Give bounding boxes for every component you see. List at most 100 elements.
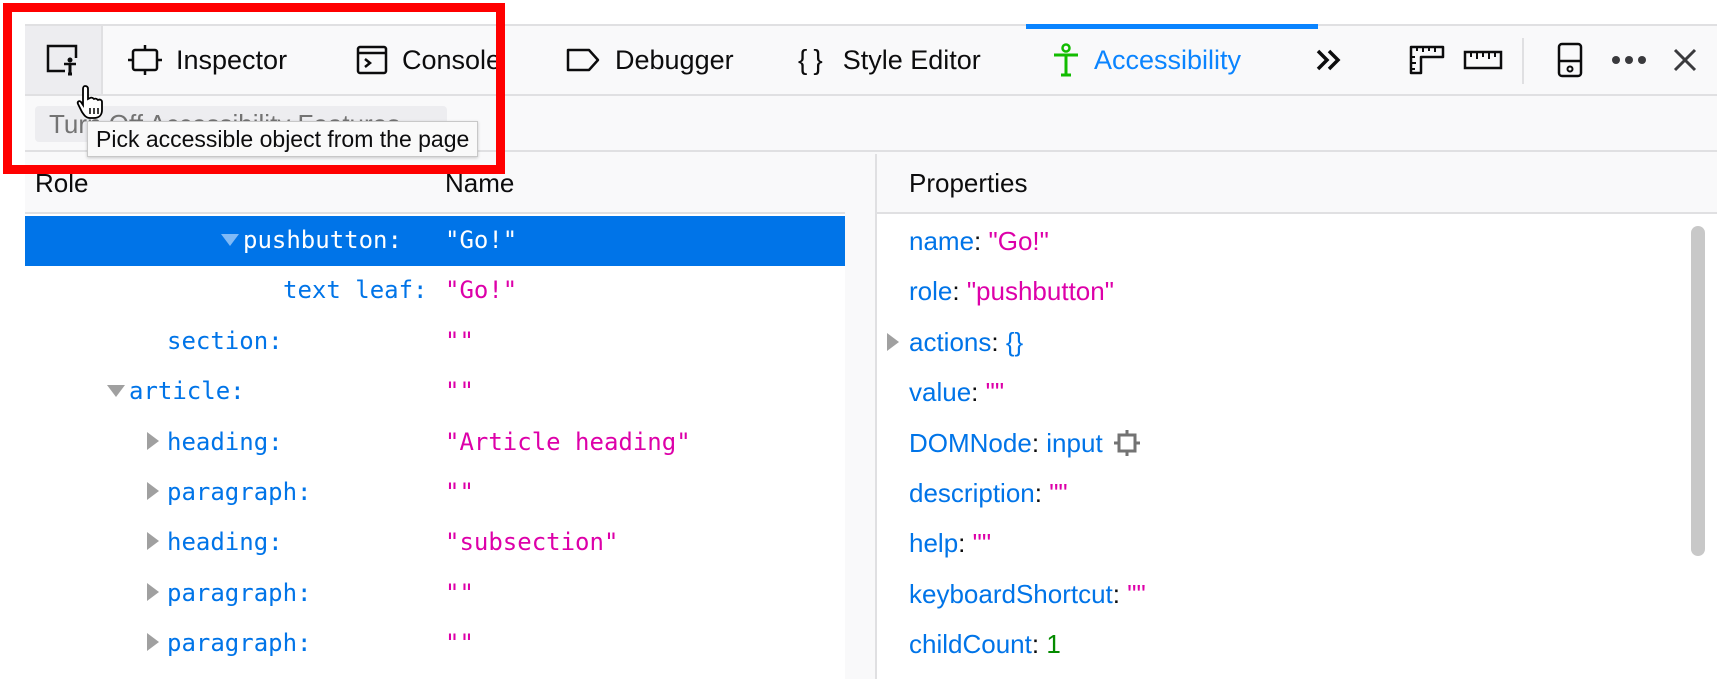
tree-row[interactable]: paragraph: "" [25, 619, 845, 669]
tree-row[interactable]: section: "" [25, 317, 845, 367]
property-key: help [909, 528, 959, 559]
property-key: value [909, 377, 972, 408]
expanded-twisty-icon[interactable] [107, 385, 125, 398]
tree-row[interactable]: paragraph: "" [25, 569, 845, 619]
property-row[interactable]: role: "pushbutton" [877, 266, 1717, 316]
tab-inspector[interactable]: Inspector [128, 26, 287, 94]
property-separator: : [958, 528, 973, 559]
property-key: actions [909, 326, 992, 357]
dock-button[interactable] [1553, 26, 1587, 94]
property-row[interactable]: help: "" [877, 518, 1717, 568]
property-row[interactable]: childCount: 1 [877, 619, 1717, 669]
property-key: keyboardShortcut [909, 578, 1113, 609]
property-entry: DOMNode: input [909, 428, 1141, 459]
properties-list: name: "Go!" role: "pushbutton" actions: {}… [877, 216, 1717, 670]
tabs-overflow-button[interactable] [1309, 26, 1349, 94]
property-value: 1 [1046, 629, 1061, 660]
property-row[interactable]: value: "" [877, 367, 1717, 417]
console-icon [356, 45, 388, 75]
picker-tooltip: Pick accessible object from the page [87, 121, 479, 157]
accessibility-tree: pushbutton: "Go!" text leaf: "Go!" section: "… [25, 216, 845, 670]
property-row[interactable]: actions: {} [877, 317, 1717, 367]
property-value: "" [985, 377, 1005, 408]
collapsed-twisty-icon[interactable] [147, 582, 159, 601]
name-column-header[interactable]: Name [445, 168, 514, 199]
name-cell: "subsection" [445, 528, 619, 557]
collapsed-twisty-icon[interactable] [147, 431, 159, 450]
hand-cursor-icon [76, 85, 103, 119]
role-cell: article: [129, 377, 245, 406]
tree-row[interactable]: text leaf: "Go!" [25, 266, 845, 316]
dock-bottom-icon [1557, 42, 1583, 78]
tree-row[interactable]: paragraph: "" [25, 468, 845, 518]
property-entry: name: "Go!" [909, 226, 1049, 257]
properties-title: Properties [909, 168, 1028, 198]
toolbox-tab-bar: Inspector Console Debugger {} Style Edit… [25, 24, 1717, 96]
name-cell: "" [445, 477, 474, 506]
property-separator: : [1112, 578, 1128, 609]
property-key: DOMNode [909, 427, 1032, 458]
rulers-icon [1409, 45, 1445, 75]
property-entry: role: "pushbutton" [909, 276, 1114, 307]
property-key: childCount [909, 629, 1032, 660]
tree-row[interactable]: heading: "subsection" [25, 518, 845, 568]
property-entry: childCount: 1 [909, 629, 1061, 660]
collapsed-twisty-icon[interactable] [147, 532, 159, 551]
property-entry: value: "" [909, 377, 1004, 408]
property-entry: description: "" [909, 478, 1068, 509]
tab-label: Accessibility [1094, 44, 1242, 75]
tab-accessibility[interactable]: Accessibility [1026, 24, 1318, 94]
tree-row[interactable]: heading: "Article heading" [25, 418, 845, 468]
name-cell: "Go!" [445, 276, 518, 305]
property-key: role [909, 276, 953, 307]
property-separator: : [991, 326, 1006, 357]
more-options-icon [1612, 56, 1646, 64]
property-separator: : [1031, 427, 1047, 458]
property-row[interactable]: DOMNode: input [877, 418, 1717, 468]
property-value: "" [1049, 477, 1068, 508]
property-value: "pushbutton" [966, 276, 1114, 307]
tab-label: Style Editor [842, 44, 981, 75]
tab-label: Inspector [176, 44, 288, 75]
tab-label: Console [402, 44, 502, 75]
collapsed-twisty-icon[interactable] [147, 633, 159, 652]
chevron-double-right-icon [1316, 49, 1341, 71]
collapsed-twisty-icon[interactable] [147, 481, 159, 500]
expanded-twisty-icon[interactable] [221, 234, 239, 246]
property-row[interactable]: name: "Go!" [877, 216, 1717, 266]
style-editor-icon: {} [798, 44, 829, 75]
select-node-icon[interactable] [1113, 429, 1141, 457]
name-cell: "Article heading" [445, 427, 691, 456]
property-separator: : [971, 377, 986, 408]
panel-splitter[interactable] [845, 154, 877, 679]
close-toolbox-button[interactable] [1665, 26, 1705, 94]
measure-icon [1463, 50, 1503, 70]
accessibility-icon [1054, 43, 1078, 77]
property-entry: keyboardShortcut: "" [909, 579, 1146, 610]
properties-header: Properties [877, 154, 1717, 214]
name-cell: "Go!" [445, 226, 518, 254]
role-cell: heading: [167, 528, 283, 557]
more-options-button[interactable] [1607, 26, 1651, 94]
tree-row[interactable]: pushbutton: "Go!" [25, 216, 845, 267]
property-row[interactable]: description: "" [877, 468, 1717, 518]
property-separator: : [974, 226, 989, 256]
tab-label: Debugger [615, 44, 734, 75]
toolbar-separator [1522, 38, 1524, 84]
tab-debugger[interactable]: Debugger [565, 26, 734, 94]
tree-row[interactable]: article: "" [25, 367, 845, 417]
measure-button[interactable] [1460, 26, 1506, 94]
properties-panel: Properties name: "Go!" role: "pushbutton"… [877, 154, 1717, 679]
tab-console[interactable]: Console [356, 26, 501, 94]
properties-scrollbar[interactable] [1691, 226, 1705, 556]
role-cell: paragraph: [167, 578, 312, 607]
property-value[interactable]: input [1046, 428, 1102, 458]
property-row[interactable]: keyboardShortcut: "" [877, 569, 1717, 619]
property-key: description [909, 477, 1035, 508]
tab-style-editor[interactable]: {} Style Editor [798, 26, 981, 94]
collapsed-twisty-icon[interactable] [887, 332, 899, 351]
property-separator: : [952, 276, 967, 307]
rulers-button[interactable] [1405, 26, 1449, 94]
property-entry: help: "" [909, 528, 991, 559]
role-column-header[interactable]: Role [35, 168, 88, 199]
